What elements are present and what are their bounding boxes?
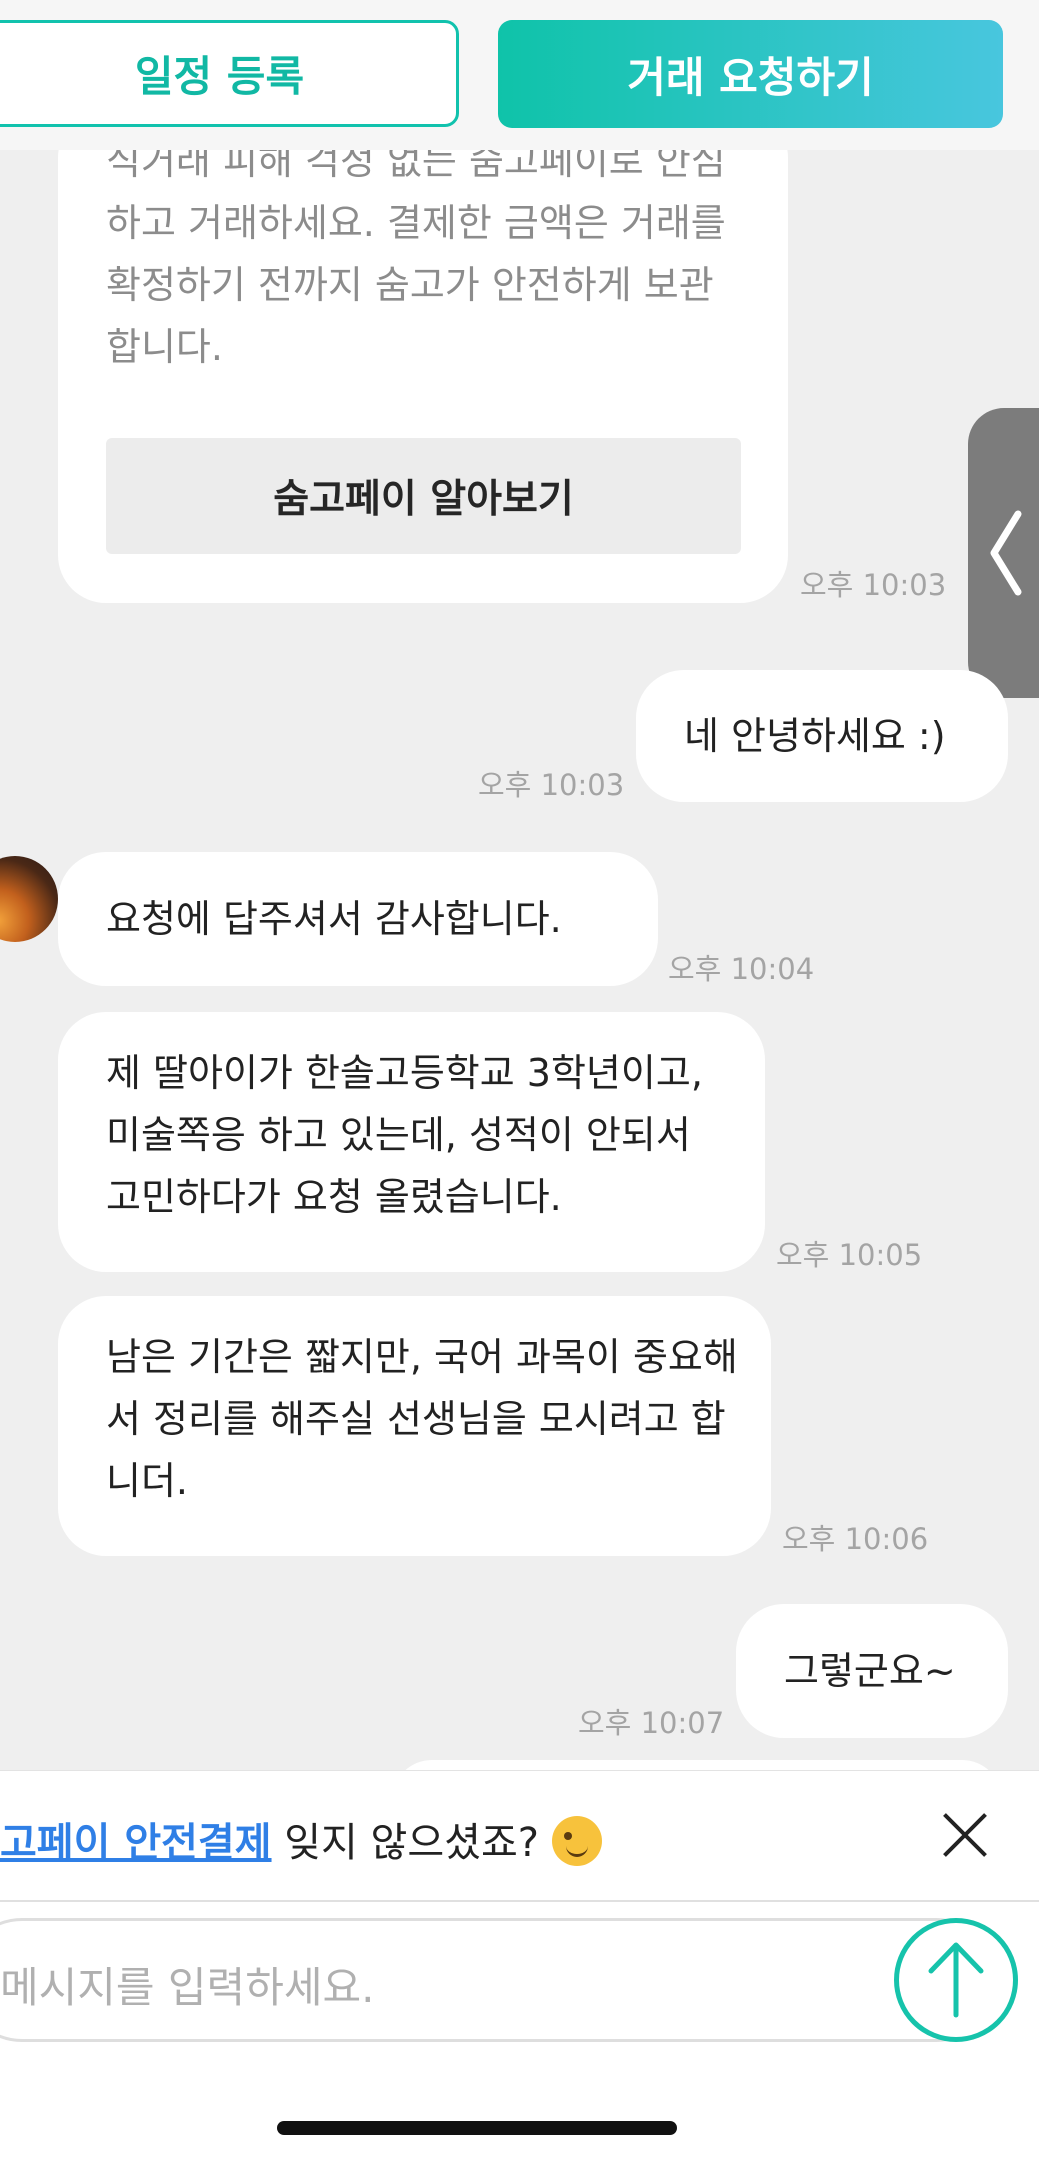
message-time: 오후 10:05 <box>776 1238 923 1272</box>
message-bubble: 제 딸아이가 한솔고등학교 3학년이고, 미술쪽응 하고 있는데, 성적이 안되… <box>58 1012 765 1272</box>
home-indicator <box>277 2121 677 2135</box>
chat-area[interactable]: 식거래 피해 걱정 없는 숨고페이로 안심하고 거래하세요. 결제한 금액은 거… <box>0 150 1039 1770</box>
message-time: 오후 10:03 <box>800 568 947 602</box>
arrow-up-icon <box>928 1942 984 2018</box>
close-icon[interactable] <box>940 1810 990 1860</box>
message-time: 오후 10:07 <box>578 1706 725 1740</box>
message-bubble-partial <box>392 1760 1002 1770</box>
request-deal-button[interactable]: 거래 요청하기 <box>498 20 1003 128</box>
side-drawer-handle[interactable] <box>968 408 1039 698</box>
message-bubble: 네 안녕하세요 :) <box>636 670 1008 802</box>
schedule-register-button[interactable]: 일정 등록 <box>0 20 459 127</box>
send-button[interactable] <box>894 1918 1018 2042</box>
winking-face-icon <box>551 1816 602 1866</box>
message-time: 오후 10:03 <box>478 768 625 802</box>
message-time: 오후 10:04 <box>668 952 815 986</box>
soomgo-pay-learn-button[interactable]: 숨고페이 알아보기 <box>106 438 741 554</box>
safe-payment-notice-text: 고페이 안전결제 잊지 않으셨죠? <box>0 1810 602 1868</box>
avatar[interactable] <box>0 856 58 942</box>
chevron-left-icon <box>990 510 1022 596</box>
safe-payment-link[interactable]: 고페이 안전결제 <box>0 1820 272 1866</box>
message-bubble: 요청에 답주셔서 감사합니다. <box>58 852 658 986</box>
message-bubble: 남은 기간은 짧지만, 국어 과목이 중요해서 정리를 해주실 선생님을 모시려… <box>58 1296 771 1556</box>
message-bubble: 그렇군요~ <box>736 1604 1008 1738</box>
message-input-placeholder: 메시지를 입력하세요. <box>0 1963 375 2012</box>
soomgo-pay-card-text: 식거래 피해 걱정 없는 숨고페이로 안심하고 거래하세요. 결제한 금액은 거… <box>106 150 726 369</box>
message-time: 오후 10:06 <box>782 1522 929 1556</box>
notice-rest-text: 잊지 않으셨죠? <box>271 1820 552 1866</box>
